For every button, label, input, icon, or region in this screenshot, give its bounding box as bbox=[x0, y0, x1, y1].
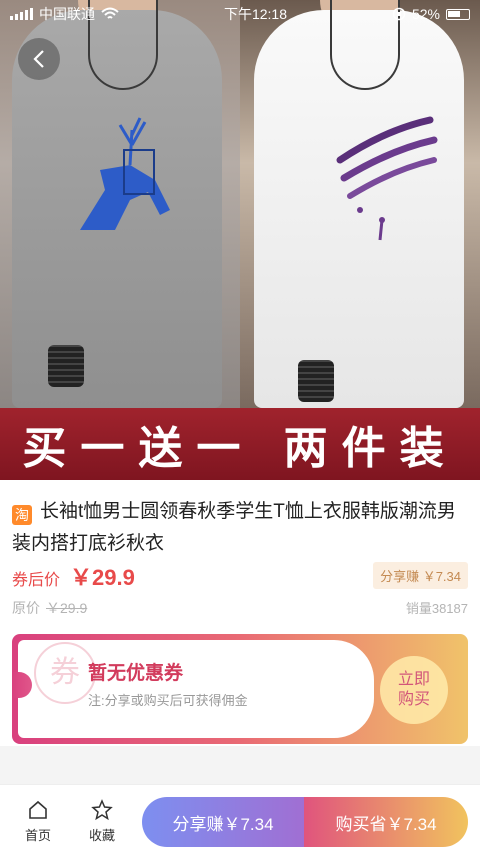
promo-banner: 买一送一 两件装 bbox=[0, 408, 480, 480]
status-time: 下午12:18 bbox=[223, 6, 287, 22]
product-title-row: 淘长袖t恤男士圆领春秋季学生T恤上衣服韩版潮流男装内搭打底衫秋衣 bbox=[12, 496, 468, 560]
coupon-watermark: 券 bbox=[34, 642, 96, 704]
battery-icon bbox=[445, 8, 470, 20]
original-price-row: 原价 ￥29.9 bbox=[12, 598, 87, 618]
coupon-card: 券 暂无优惠券 注:分享或购买后可获得佣金 立即 购买 bbox=[12, 634, 468, 744]
original-price-label: 原价 bbox=[12, 600, 40, 616]
back-button[interactable] bbox=[18, 38, 60, 80]
chevron-left-icon bbox=[33, 50, 44, 68]
share-earn-button[interactable]: 分享赚￥7.34 bbox=[142, 797, 304, 847]
home-icon bbox=[29, 800, 47, 819]
product-info: 淘长袖t恤男士圆领春秋季学生T恤上衣服韩版潮流男装内搭打底衫秋衣 券后价 ￥29… bbox=[0, 480, 480, 746]
coupon-price-label: 券后价 bbox=[12, 572, 61, 589]
share-earn-tag: 分享赚 ￥7.34 bbox=[373, 562, 468, 589]
buy-now-line1: 立即 bbox=[397, 671, 430, 688]
buy-now-button[interactable]: 立即 购买 bbox=[380, 656, 448, 724]
product-image: 买一送一 两件装 bbox=[0, 0, 480, 480]
favorite-nav[interactable]: 收藏 bbox=[82, 799, 122, 844]
sales-count: 销量38187 bbox=[405, 601, 468, 616]
carrier-name: 中国联通 bbox=[39, 6, 95, 22]
buy-now-line2: 购买 bbox=[397, 691, 430, 708]
promo-banner-text: 买一送一 两件装 bbox=[22, 423, 458, 474]
status-left: 中国联通 bbox=[10, 4, 119, 24]
battery-percent: 52% bbox=[411, 6, 440, 22]
original-price: ￥29.9 bbox=[46, 600, 88, 616]
status-right: 52% bbox=[392, 6, 470, 22]
wristband-left bbox=[48, 345, 84, 387]
price-row: 券后价 ￥29.9 bbox=[12, 560, 135, 592]
home-label: 首页 bbox=[24, 828, 51, 843]
claw-print bbox=[336, 116, 438, 241]
orientation-lock-icon bbox=[392, 7, 406, 21]
taobao-icon: 淘 bbox=[12, 505, 32, 525]
favorite-label: 收藏 bbox=[88, 828, 115, 843]
product-title: 长袖t恤男士圆领春秋季学生T恤上衣服韩版潮流男装内搭打底衫秋衣 bbox=[12, 501, 456, 554]
coupon-price: ￥29.9 bbox=[70, 565, 135, 590]
wifi-icon bbox=[101, 7, 119, 19]
signal-icon bbox=[10, 8, 33, 20]
home-nav[interactable]: 首页 bbox=[18, 799, 58, 844]
wristband-right bbox=[298, 360, 334, 402]
coupon-subtitle: 注:分享或购买后可获得佣金 bbox=[88, 693, 248, 708]
coupon-title: 暂无优惠券 bbox=[88, 663, 184, 684]
bottom-bar: 首页 收藏 分享赚￥7.34 购买省￥7.34 bbox=[0, 784, 480, 854]
star-icon bbox=[91, 799, 113, 821]
status-bar: 中国联通 下午12:18 52% bbox=[0, 0, 480, 28]
buy-save-button[interactable]: 购买省￥7.34 bbox=[304, 797, 468, 847]
deer-print bbox=[80, 117, 170, 230]
